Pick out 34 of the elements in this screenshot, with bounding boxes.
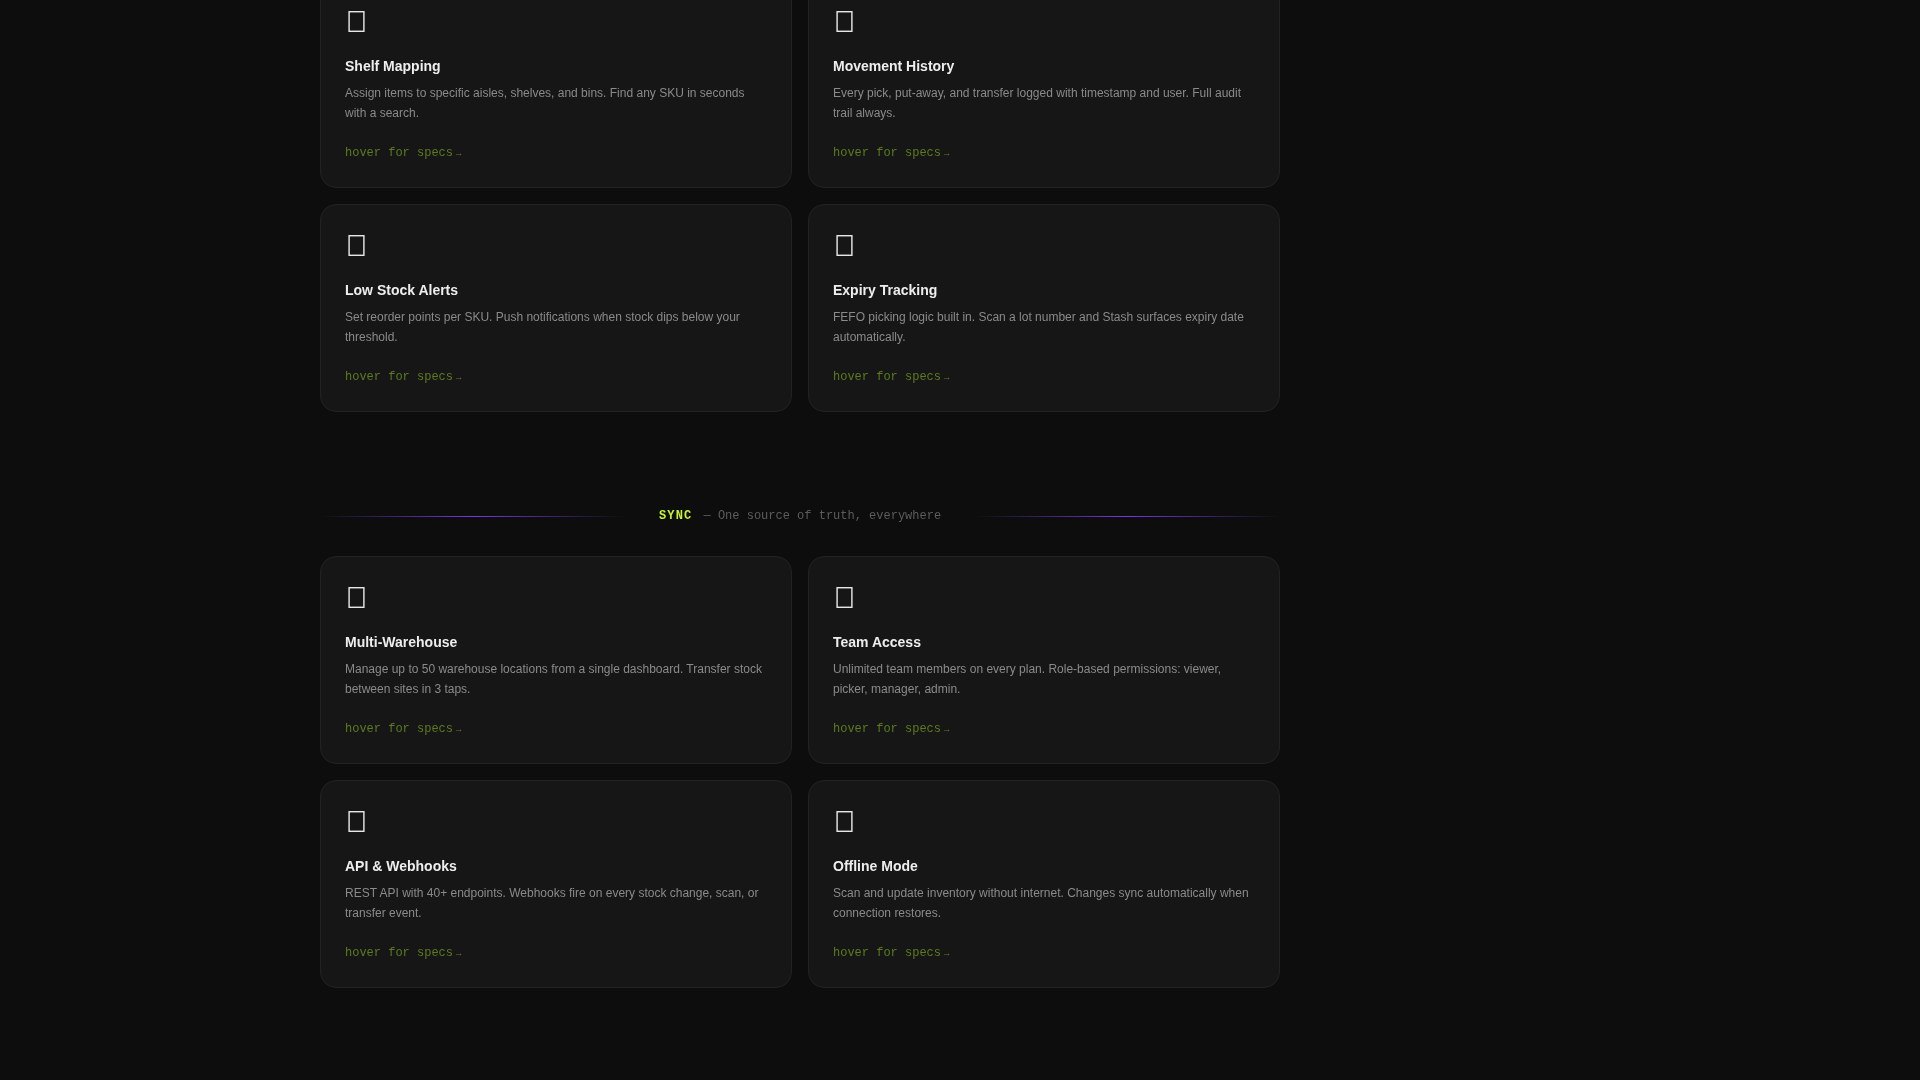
card-title: Team Access (833, 633, 921, 652)
missing-glyph-icon (836, 11, 853, 32)
card-description: Scan and update inventory without internet. Changes sync automatically when connection restores. (833, 885, 1250, 922)
card-title: Shelf Mapping (345, 57, 441, 76)
section-subtitle: — One source of truth, everywhere (703, 508, 942, 525)
card-title: Movement History (833, 57, 955, 76)
specs-link[interactable]: hover for specs → (345, 943, 462, 964)
specs-link[interactable]: hover for specs → (345, 367, 462, 388)
missing-glyph-icon (836, 235, 853, 256)
specs-link[interactable]: hover for specs → (345, 719, 462, 740)
card-title: Offline Mode (833, 857, 918, 876)
specs-link[interactable]: hover for specs → (833, 719, 950, 740)
specs-link[interactable]: hover for specs → (833, 367, 950, 388)
missing-glyph-icon (348, 11, 365, 32)
card-title: Multi-Warehouse (345, 633, 458, 652)
card-description: REST API with 40+ endpoints. Webhooks fire on every stock change, scan, or transfer event. (345, 885, 760, 922)
section-tag: SYNC (658, 506, 693, 526)
card-title: Low Stock Alerts (345, 281, 459, 300)
card-description: FEFO picking logic built in. Scan a lot number and Stash surfaces expiry date automatically. (833, 309, 1245, 346)
missing-glyph-icon (836, 811, 853, 832)
specs-link[interactable]: hover for specs → (833, 143, 950, 164)
card-description: Manage up to 50 warehouse locations from a single dashboard. Transfer stock between sites in 3 taps. (345, 661, 763, 698)
card-description: Every pick, put-away, and transfer logged with timestamp and user. Full audit trail always. (833, 85, 1242, 122)
missing-glyph-icon (348, 587, 365, 608)
missing-glyph-icon (836, 587, 853, 608)
card-title: Expiry Tracking (833, 281, 938, 300)
specs-link[interactable]: hover for specs → (833, 943, 950, 964)
card-description: Assign items to specific aisles, shelves, and bins. Find any SKU in seconds with a search. (345, 85, 746, 122)
missing-glyph-icon (348, 235, 365, 256)
missing-glyph-icon (348, 811, 365, 832)
card-title: API & Webhooks (345, 857, 457, 876)
card-description: Set reorder points per SKU. Push notifications when stock dips below your threshold. (345, 309, 741, 346)
specs-link[interactable]: hover for specs → (345, 143, 462, 164)
card-description: Unlimited team members on every plan. Role-based permissions: viewer, picker, manager, admin. (833, 661, 1223, 698)
